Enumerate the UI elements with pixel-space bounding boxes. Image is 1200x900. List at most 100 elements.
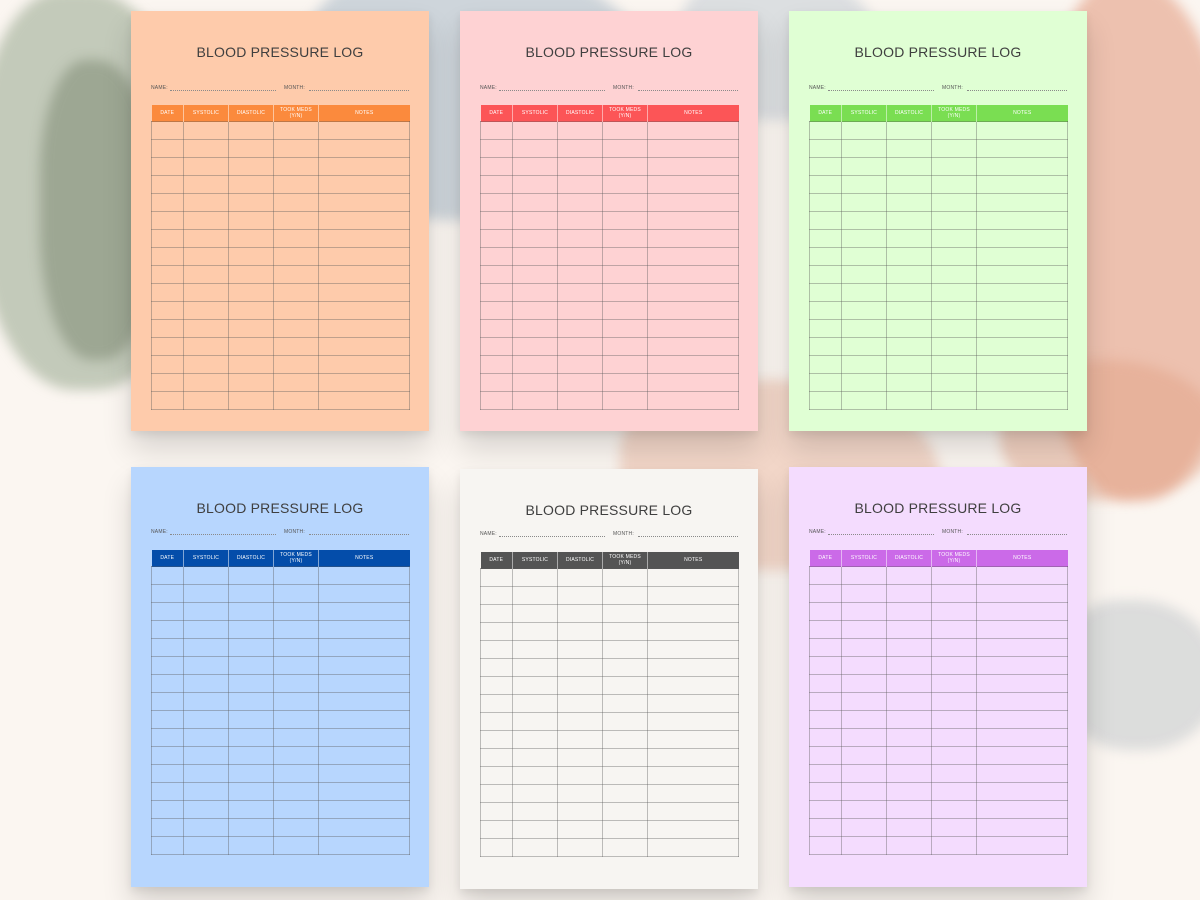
table-cell[interactable] [273,157,319,176]
table-cell[interactable] [931,319,977,338]
table-cell[interactable] [273,584,319,603]
table-cell[interactable] [647,193,739,212]
table-cell[interactable] [151,836,184,855]
table-cell[interactable] [809,265,842,284]
table-cell[interactable] [512,604,558,623]
table-cell[interactable] [183,692,229,711]
table-cell[interactable] [602,658,648,677]
table-cell[interactable] [841,193,887,212]
table-cell[interactable] [480,211,513,230]
table-cell[interactable] [976,247,1068,266]
table-cell[interactable] [841,247,887,266]
table-cell[interactable] [886,656,932,675]
table-cell[interactable] [512,622,558,641]
table-cell[interactable] [183,800,229,819]
table-cell[interactable] [647,784,739,803]
table-cell[interactable] [976,193,1068,212]
table-cell[interactable] [809,782,842,801]
table-cell[interactable] [151,800,184,819]
table-cell[interactable] [480,568,513,587]
table-cell[interactable] [841,782,887,801]
table-cell[interactable] [557,820,603,839]
table-cell[interactable] [931,139,977,158]
table-cell[interactable] [557,229,603,248]
table-cell[interactable] [512,157,558,176]
month-field-line[interactable] [309,90,409,91]
table-cell[interactable] [228,139,274,158]
table-cell[interactable] [931,391,977,410]
table-cell[interactable] [976,602,1068,621]
table-cell[interactable] [228,319,274,338]
table-cell[interactable] [480,139,513,158]
table-cell[interactable] [886,211,932,230]
table-cell[interactable] [931,800,977,819]
table-cell[interactable] [228,373,274,392]
table-cell[interactable] [512,229,558,248]
table-cell[interactable] [931,229,977,248]
table-cell[interactable] [512,283,558,302]
table-cell[interactable] [183,193,229,212]
table-cell[interactable] [228,193,274,212]
table-cell[interactable] [273,764,319,783]
table-cell[interactable] [228,620,274,639]
table-cell[interactable] [480,175,513,194]
table-cell[interactable] [228,391,274,410]
table-cell[interactable] [886,301,932,320]
table-cell[interactable] [557,211,603,230]
table-cell[interactable] [809,355,842,374]
table-cell[interactable] [931,157,977,176]
table-cell[interactable] [841,301,887,320]
table-cell[interactable] [228,602,274,621]
table-cell[interactable] [512,391,558,410]
table-cell[interactable] [273,193,319,212]
table-cell[interactable] [976,638,1068,657]
table-cell[interactable] [976,283,1068,302]
table-cell[interactable] [931,692,977,711]
table-cell[interactable] [151,319,184,338]
table-cell[interactable] [512,301,558,320]
table-cell[interactable] [886,620,932,639]
table-cell[interactable] [976,157,1068,176]
table-cell[interactable] [886,283,932,302]
table-cell[interactable] [557,157,603,176]
table-cell[interactable] [841,674,887,693]
table-cell[interactable] [318,157,410,176]
table-cell[interactable] [273,818,319,837]
table-cell[interactable] [480,265,513,284]
table-cell[interactable] [318,782,410,801]
table-cell[interactable] [512,712,558,731]
table-cell[interactable] [228,800,274,819]
table-cell[interactable] [602,604,648,623]
table-cell[interactable] [228,656,274,675]
table-cell[interactable] [809,193,842,212]
table-cell[interactable] [886,710,932,729]
table-cell[interactable] [273,710,319,729]
table-cell[interactable] [318,746,410,765]
table-cell[interactable] [318,283,410,302]
table-cell[interactable] [273,121,319,140]
table-cell[interactable] [647,247,739,266]
table-cell[interactable] [273,265,319,284]
table-cell[interactable] [183,283,229,302]
table-cell[interactable] [512,247,558,266]
table-cell[interactable] [273,391,319,410]
table-cell[interactable] [480,694,513,713]
table-cell[interactable] [273,247,319,266]
table-cell[interactable] [809,566,842,585]
table-cell[interactable] [809,674,842,693]
table-cell[interactable] [273,229,319,248]
table-cell[interactable] [602,802,648,821]
table-cell[interactable] [228,337,274,356]
table-cell[interactable] [886,584,932,603]
table-cell[interactable] [886,800,932,819]
table-cell[interactable] [602,586,648,605]
table-cell[interactable] [931,728,977,747]
table-cell[interactable] [480,712,513,731]
month-field-line[interactable] [309,534,409,535]
table-cell[interactable] [228,283,274,302]
table-cell[interactable] [647,802,739,821]
table-cell[interactable] [931,566,977,585]
table-cell[interactable] [151,265,184,284]
table-cell[interactable] [151,355,184,374]
table-cell[interactable] [809,638,842,657]
